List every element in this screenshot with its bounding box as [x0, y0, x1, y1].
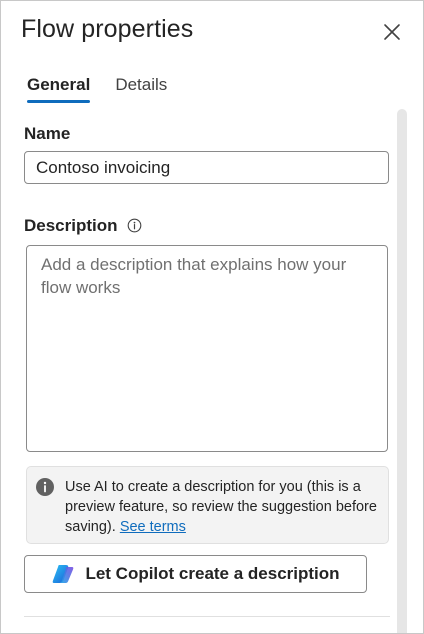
close-icon[interactable] — [381, 21, 403, 43]
ai-notice-text-block: Use AI to create a description for you (… — [65, 477, 381, 537]
ai-notice: Use AI to create a description for you (… — [26, 466, 389, 544]
copilot-button-label: Let Copilot create a description — [85, 564, 340, 583]
name-label: Name — [24, 124, 71, 143]
info-filled-icon — [35, 477, 55, 502]
description-label: Description — [24, 216, 118, 235]
copilot-create-description-button[interactable]: Let Copilot create a description — [24, 555, 367, 593]
divider — [24, 616, 390, 617]
ai-notice-text: Use AI to create a description for you (… — [65, 479, 377, 535]
panel-title: Flow properties — [21, 15, 194, 43]
see-terms-link[interactable]: See terms — [120, 519, 186, 535]
flow-properties-panel: Flow properties General Details Name Des… — [0, 0, 424, 634]
scrollbar[interactable] — [397, 109, 407, 633]
copilot-icon — [53, 565, 74, 583]
tab-general[interactable]: General — [23, 73, 94, 103]
description-field[interactable] — [26, 245, 388, 452]
description-label-row: Description — [24, 216, 142, 238]
tab-list: General Details — [23, 73, 188, 103]
info-icon[interactable] — [127, 218, 142, 238]
name-field[interactable] — [24, 151, 389, 184]
tab-details[interactable]: Details — [111, 73, 171, 103]
